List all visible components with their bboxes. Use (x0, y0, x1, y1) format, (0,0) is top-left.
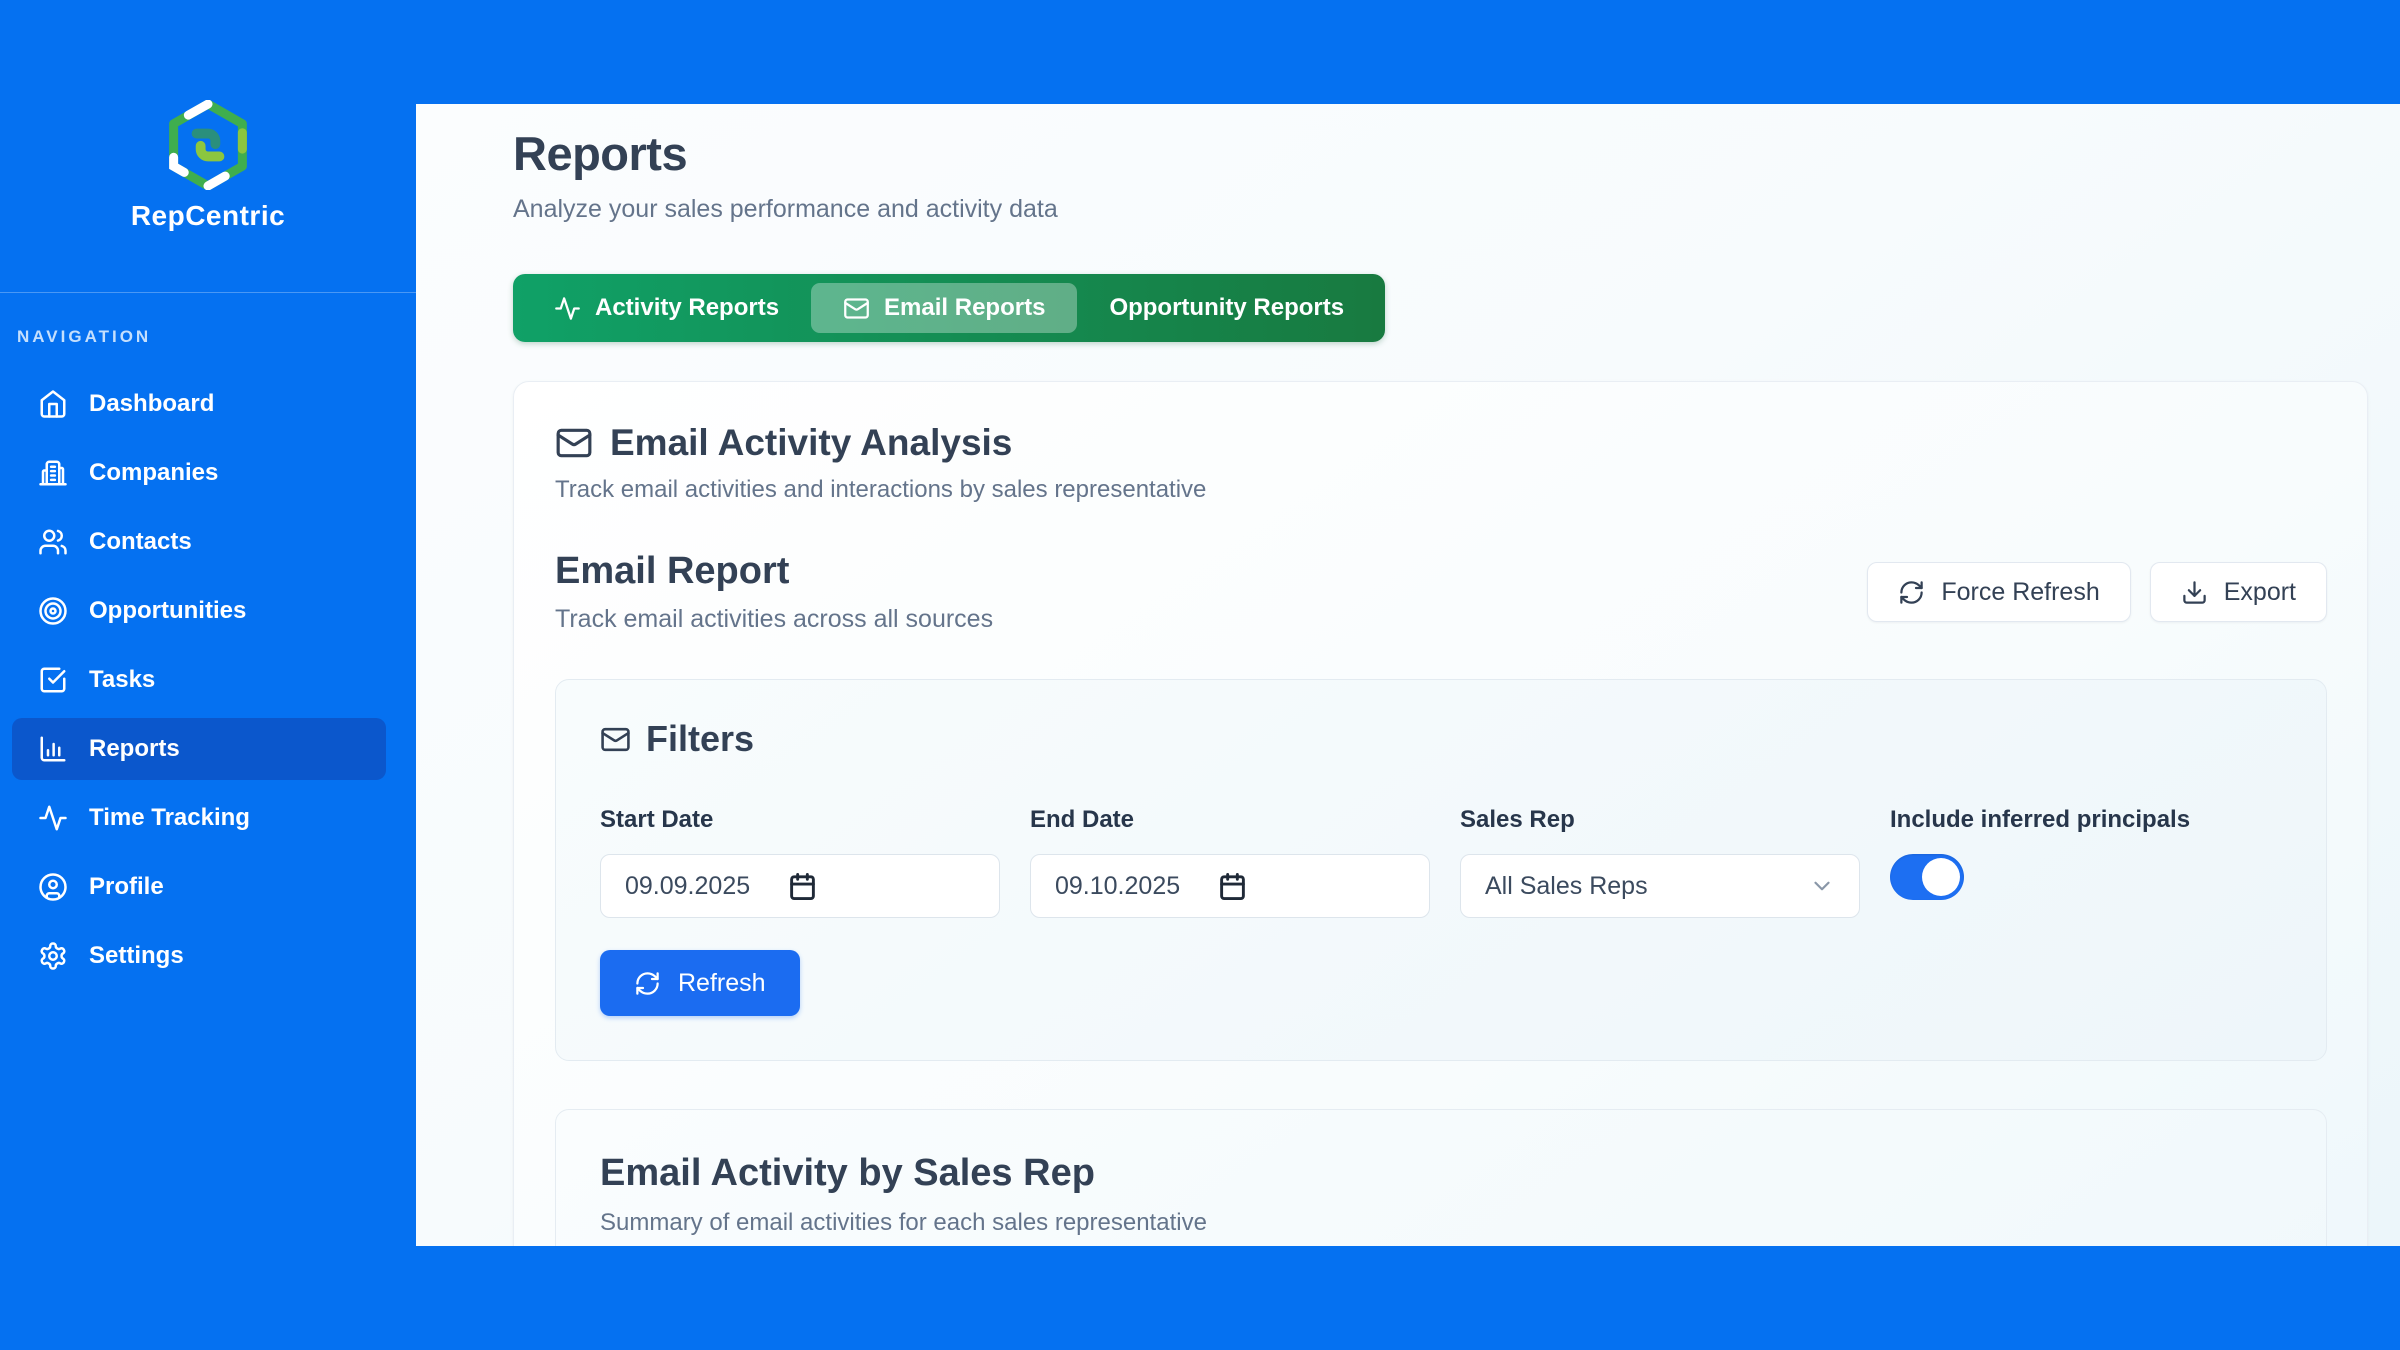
sales-rep-value: All Sales Reps (1485, 872, 1648, 901)
sales-rep-field: Sales Rep All Sales Reps (1460, 806, 1860, 918)
email-activity-by-rep-card: Email Activity by Sales Rep Summary of e… (555, 1109, 2327, 1246)
report-header-row: Email Report Track email activities acro… (555, 550, 2327, 634)
filters-title: Filters (646, 718, 754, 760)
section-title: Email Activity by Sales Rep (600, 1152, 2282, 1195)
mail-icon (600, 724, 631, 755)
sidebar-item-tasks[interactable]: Tasks (12, 649, 386, 711)
tab-activity-reports[interactable]: Activity Reports (522, 283, 811, 333)
sidebar-item-profile[interactable]: Profile (12, 856, 386, 918)
sidebar-item-contacts[interactable]: Contacts (12, 511, 386, 573)
bar-chart-icon (38, 734, 68, 764)
sidebar-item-reports[interactable]: Reports (12, 718, 386, 780)
sidebar-item-label: Time Tracking (89, 804, 250, 832)
calendar-icon (788, 872, 817, 901)
sidebar-item-opportunities[interactable]: Opportunities (12, 580, 386, 642)
end-date-label: End Date (1030, 806, 1430, 834)
sales-rep-label: Sales Rep (1460, 806, 1860, 834)
main-panel: Reports Analyze your sales performance a… (416, 104, 2400, 1246)
refresh-icon (1898, 579, 1925, 606)
card-subtitle: Track email activities and interactions … (555, 476, 2327, 504)
end-date-value: 09.10.2025 (1055, 872, 1180, 901)
start-date-input[interactable]: 09.09.2025 (600, 854, 1000, 918)
download-icon (2181, 579, 2208, 606)
end-date-input[interactable]: 09.10.2025 (1030, 854, 1430, 918)
section-subtitle: Summary of email activities for each sal… (600, 1209, 2282, 1237)
gear-icon (38, 941, 68, 971)
report-subtitle: Track email activities across all source… (555, 605, 993, 634)
sidebar-item-label: Profile (89, 873, 164, 901)
sidebar-item-label: Settings (89, 942, 184, 970)
filters-title-row: Filters (600, 718, 2282, 760)
sidebar-item-dashboard[interactable]: Dashboard (12, 373, 386, 435)
mail-icon (843, 295, 870, 322)
sidebar-item-label: Reports (89, 735, 180, 763)
sidebar-item-settings[interactable]: Settings (12, 925, 386, 987)
activity-icon (554, 295, 581, 322)
email-activity-analysis-card: Email Activity Analysis Track email acti… (513, 381, 2368, 1246)
end-date-field: End Date 09.10.2025 (1030, 806, 1430, 918)
brand-name: RepCentric (131, 200, 285, 232)
sidebar-item-time-tracking[interactable]: Time Tracking (12, 787, 386, 849)
sidebar-item-label: Companies (89, 459, 218, 487)
filters-card: Filters Start Date 09.09.2025 End Da (555, 679, 2327, 1061)
force-refresh-button[interactable]: Force Refresh (1867, 562, 2130, 622)
report-actions: Force Refresh Export (1867, 562, 2327, 622)
calendar-icon (1218, 872, 1247, 901)
inferred-principals-label: Include inferred principals (1890, 806, 2282, 834)
sales-rep-select[interactable]: All Sales Reps (1460, 854, 1860, 918)
start-date-label: Start Date (600, 806, 1000, 834)
target-icon (38, 596, 68, 626)
tab-opportunity-reports[interactable]: Opportunity Reports (1077, 283, 1376, 333)
sidebar-item-companies[interactable]: Companies (12, 442, 386, 504)
chevron-down-icon (1809, 873, 1835, 899)
export-button[interactable]: Export (2150, 562, 2327, 622)
tab-email-reports[interactable]: Email Reports (811, 283, 1077, 333)
force-refresh-label: Force Refresh (1941, 578, 2099, 607)
report-title: Email Report (555, 550, 993, 593)
nav-section-label: NAVIGATION (17, 327, 416, 347)
sidebar: RepCentric NAVIGATION Dashboard Companie… (0, 0, 416, 1350)
building-icon (38, 458, 68, 488)
tab-label: Activity Reports (595, 294, 779, 322)
refresh-label: Refresh (678, 969, 766, 998)
include-inferred-principals-toggle[interactable] (1890, 854, 1964, 900)
start-date-field: Start Date 09.09.2025 (600, 806, 1000, 918)
user-circle-icon (38, 872, 68, 902)
logo-block: RepCentric (0, 0, 416, 293)
mail-icon (555, 424, 593, 462)
inferred-principals-field: Include inferred principals (1890, 806, 2282, 918)
card-title: Email Activity Analysis (610, 422, 1012, 464)
card-title-row: Email Activity Analysis (555, 422, 2327, 464)
sidebar-item-label: Opportunities (89, 597, 246, 625)
nav-list: Dashboard Companies Contacts Opportuniti… (0, 373, 416, 987)
page-title: Reports (513, 126, 2368, 181)
sidebar-item-label: Dashboard (89, 390, 214, 418)
sidebar-item-label: Tasks (89, 666, 155, 694)
export-label: Export (2224, 578, 2296, 607)
sidebar-item-label: Contacts (89, 528, 192, 556)
refresh-button[interactable]: Refresh (600, 950, 800, 1016)
check-square-icon (38, 665, 68, 695)
tab-label: Opportunity Reports (1109, 294, 1344, 322)
repcentric-logo-icon (167, 100, 249, 190)
filters-grid: Start Date 09.09.2025 End Date 09.10.202… (600, 806, 2282, 918)
users-icon (38, 527, 68, 557)
home-icon (38, 389, 68, 419)
reports-tab-bar: Activity Reports Email Reports Opportuni… (513, 274, 1385, 342)
page-subtitle: Analyze your sales performance and activ… (513, 195, 2368, 224)
tab-label: Email Reports (884, 294, 1045, 322)
report-heading-block: Email Report Track email activities acro… (555, 550, 993, 634)
activity-icon (38, 803, 68, 833)
app-root: RepCentric NAVIGATION Dashboard Companie… (0, 0, 2400, 1350)
start-date-value: 09.09.2025 (625, 872, 750, 901)
toggle-knob (1922, 858, 1960, 896)
refresh-icon (634, 970, 661, 997)
